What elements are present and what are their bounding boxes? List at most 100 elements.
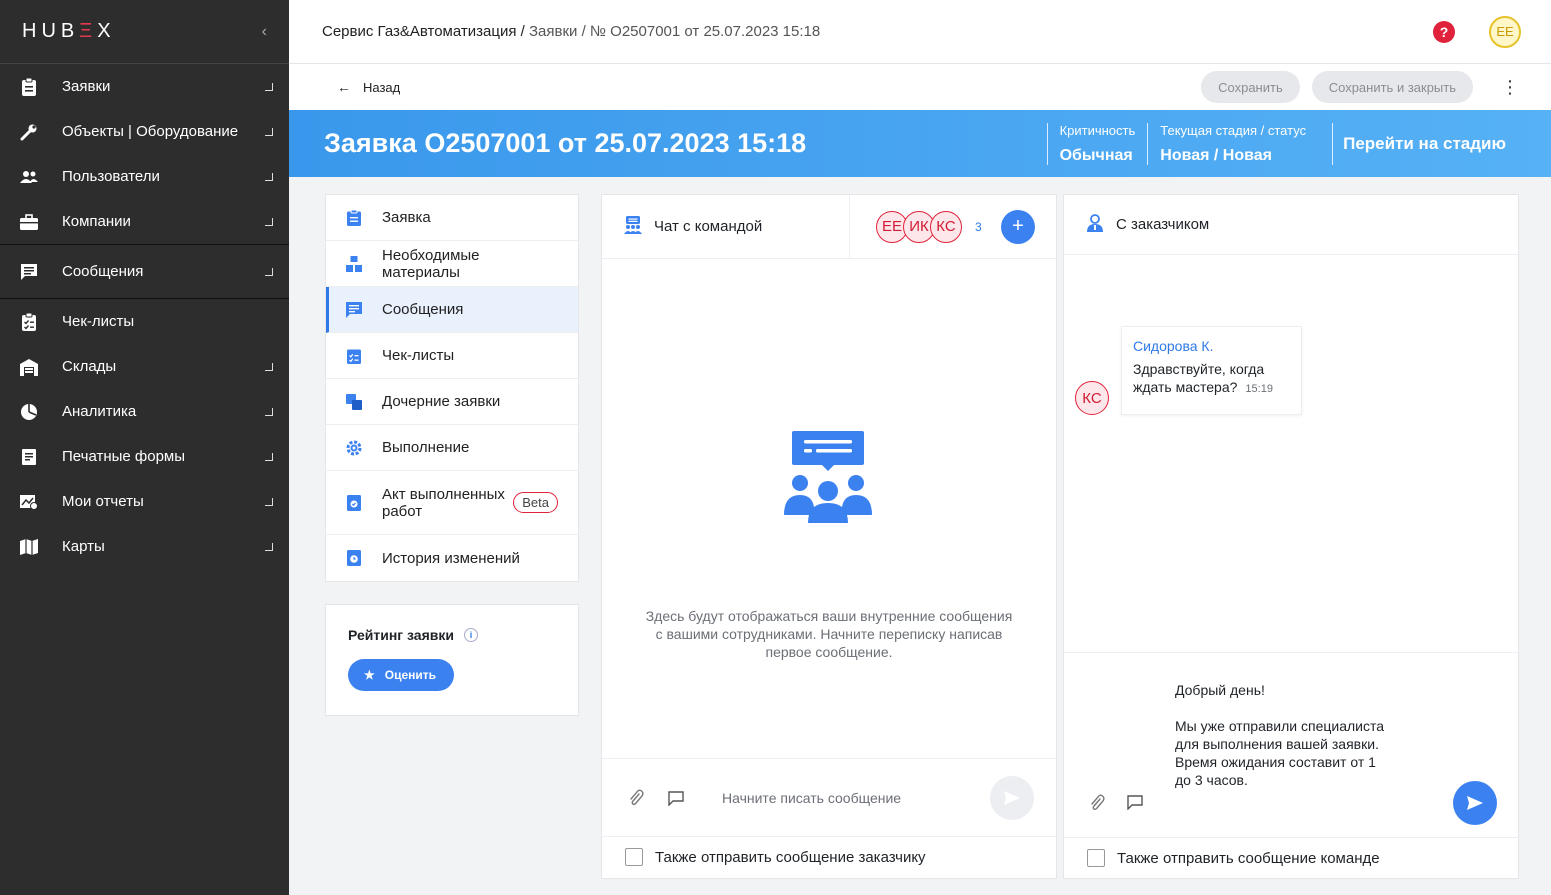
message-avatar: КС: [1075, 381, 1109, 415]
message-bubble: Сидорова К. Здравствуйте, когда ждать ма…: [1121, 326, 1302, 415]
ticket-sections-menu: Заявка Необходимые материалы Сообщения Ч…: [325, 194, 579, 582]
go-to-stage-button[interactable]: Перейти на стадию: [1332, 122, 1551, 165]
send-button[interactable]: [1453, 781, 1497, 825]
chevron-icon: [265, 407, 273, 416]
message-icon: [20, 263, 38, 281]
save-button[interactable]: Сохранить: [1201, 71, 1300, 103]
breadcrumb-current[interactable]: Заявки / № О2507001 от 25.07.2023 15:18: [529, 23, 820, 40]
section-work-act[interactable]: Акт выполненных работ Beta: [326, 471, 578, 535]
team-message-input[interactable]: Начните писать сообщение: [722, 790, 990, 806]
sidebar-item-label: Склады: [62, 358, 117, 375]
sidebar-item-print-forms[interactable]: Печатные формы: [0, 434, 289, 479]
quick-reply-icon[interactable]: [668, 790, 686, 806]
back-button[interactable]: ← Назад: [337, 79, 1189, 95]
quick-reply-icon[interactable]: [1127, 794, 1143, 812]
section-ticket[interactable]: Заявка: [326, 195, 578, 241]
clipboard-icon: [346, 209, 362, 226]
top-bar: Сервис Газ&Автоматизация / Заявки / № О2…: [289, 0, 1551, 64]
back-label: Назад: [363, 79, 401, 95]
also-send-team-row[interactable]: Также отправить сообщение команде: [1064, 838, 1518, 878]
add-member-button[interactable]: +: [1001, 209, 1035, 244]
section-child-tickets[interactable]: Дочерние заявки: [326, 379, 578, 425]
paperclip-icon[interactable]: [1089, 794, 1105, 812]
more-menu-icon[interactable]: ⋮: [1501, 78, 1519, 96]
chevron-icon: [265, 172, 273, 181]
sidebar-item-label: Заявки: [62, 78, 111, 95]
sidebar-item-warehouses[interactable]: Склады: [0, 344, 289, 389]
member-count: 3: [975, 219, 982, 234]
stage-label: Текущая стадия / статус: [1160, 122, 1307, 138]
wrench-icon: [20, 123, 38, 141]
info-icon[interactable]: i: [463, 628, 478, 642]
arrow-left-icon: ←: [337, 79, 351, 95]
also-send-customer-row[interactable]: Также отправить сообщение заказчику: [602, 837, 1056, 877]
team-chat-title: Чат с командой: [602, 195, 850, 258]
sidebar-item-label: Объекты | Оборудование: [62, 123, 239, 140]
sidebar-item-label: Мои отчеты: [62, 493, 144, 510]
section-history[interactable]: История изменений: [326, 535, 578, 581]
also-send-customer-checkbox[interactable]: [625, 848, 643, 866]
customer-chat-header: С заказчиком: [1064, 195, 1518, 255]
gear-icon: [346, 440, 362, 456]
section-materials[interactable]: Необходимые материалы: [326, 241, 578, 287]
sidebar-item-maps[interactable]: Карты: [0, 524, 289, 569]
pie-chart-icon: [20, 403, 38, 421]
help-icon[interactable]: ?: [1433, 20, 1455, 43]
customer-chat-title: С заказчиком: [1116, 216, 1210, 233]
logo-row: HUBΞX ‹: [0, 0, 289, 64]
sidebar-item-label: Аналитика: [62, 403, 137, 420]
send-button-disabled[interactable]: [990, 775, 1034, 820]
section-checklists[interactable]: Чек-листы: [326, 333, 578, 379]
section-label: Необходимые материалы: [382, 246, 480, 281]
rating-title: Рейтинг заявки i: [348, 627, 556, 643]
chevron-icon: [265, 452, 273, 461]
chevron-icon: [265, 217, 273, 226]
also-send-team-checkbox[interactable]: [1087, 849, 1105, 867]
checkbox-label: Также отправить сообщение заказчику: [655, 848, 926, 866]
paperclip-icon[interactable]: [628, 789, 646, 807]
current-stage: Текущая стадия / статус Новая / Новая: [1147, 122, 1332, 165]
customer-chat-messages: КС Сидорова К. Здравствуйте, когда ждать…: [1064, 255, 1518, 653]
section-messages[interactable]: Сообщения: [326, 287, 578, 333]
boxes-icon: [346, 255, 362, 272]
save-close-button[interactable]: Сохранить и закрыть: [1311, 71, 1473, 103]
sidebar-item-analytics[interactable]: Аналитика: [0, 389, 289, 434]
chevron-icon: [265, 542, 273, 551]
customer-message-input[interactable]: Добрый день! Мы уже отправили специалист…: [1175, 681, 1395, 789]
sidebar-item-label: Печатные формы: [62, 448, 186, 465]
sidebar-item-checklists[interactable]: Чек-листы: [0, 299, 289, 344]
criticality-label: Критичность: [1059, 122, 1136, 138]
section-execution[interactable]: Выполнение: [326, 425, 578, 471]
user-avatar[interactable]: ЕЕ: [1489, 15, 1521, 48]
sidebar-item-requests[interactable]: Заявки: [0, 64, 289, 109]
sidebar: HUBΞX ‹ Заявки Объекты | Оборудование По…: [0, 0, 289, 895]
sidebar-item-users[interactable]: Пользователи: [0, 154, 289, 199]
team-chat-panel: Чат с командой ЕЕ ИК КС 3 + Здесь будут …: [601, 194, 1057, 879]
sidebar-item-messages[interactable]: Сообщения: [0, 249, 289, 294]
rate-button[interactable]: ★ Оценить: [348, 659, 455, 691]
collapse-sidebar-icon[interactable]: ‹: [262, 23, 267, 41]
history-icon: [346, 550, 362, 566]
logo[interactable]: HUBΞX: [22, 20, 116, 43]
briefcase-icon: [20, 213, 38, 231]
ticket-header: Заявка О2507001 от 25.07.2023 15:18 Крит…: [289, 110, 1551, 177]
customer-chat-panel: С заказчиком КС Сидорова К. Здравствуйте…: [1063, 194, 1519, 879]
message-icon: [346, 301, 362, 318]
customer-icon: [1086, 213, 1104, 236]
chevron-icon: [265, 127, 273, 136]
sidebar-item-label: Компании: [62, 213, 131, 230]
criticality: Критичность Обычная: [1046, 122, 1148, 165]
criticality-value: Обычная: [1059, 146, 1133, 164]
section-label: Выполнение: [382, 439, 470, 456]
report-icon: [20, 493, 38, 511]
ticket-rating-card: Рейтинг заявки i ★ Оценить: [325, 604, 579, 716]
sidebar-item-companies[interactable]: Компании: [0, 199, 289, 244]
member-avatar[interactable]: КС: [930, 210, 962, 243]
clipboard-icon: [20, 77, 38, 96]
breadcrumb-company[interactable]: Сервис Газ&Автоматизация: [322, 23, 516, 40]
sidebar-item-my-reports[interactable]: Мои отчеты: [0, 479, 289, 524]
team-members[interactable]: ЕЕ ИК КС 3 +: [850, 209, 1056, 244]
sidebar-item-objects[interactable]: Объекты | Оборудование: [0, 109, 289, 154]
chevron-icon: [265, 362, 273, 371]
team-chat-composer: Начните писать сообщение: [602, 759, 1056, 837]
